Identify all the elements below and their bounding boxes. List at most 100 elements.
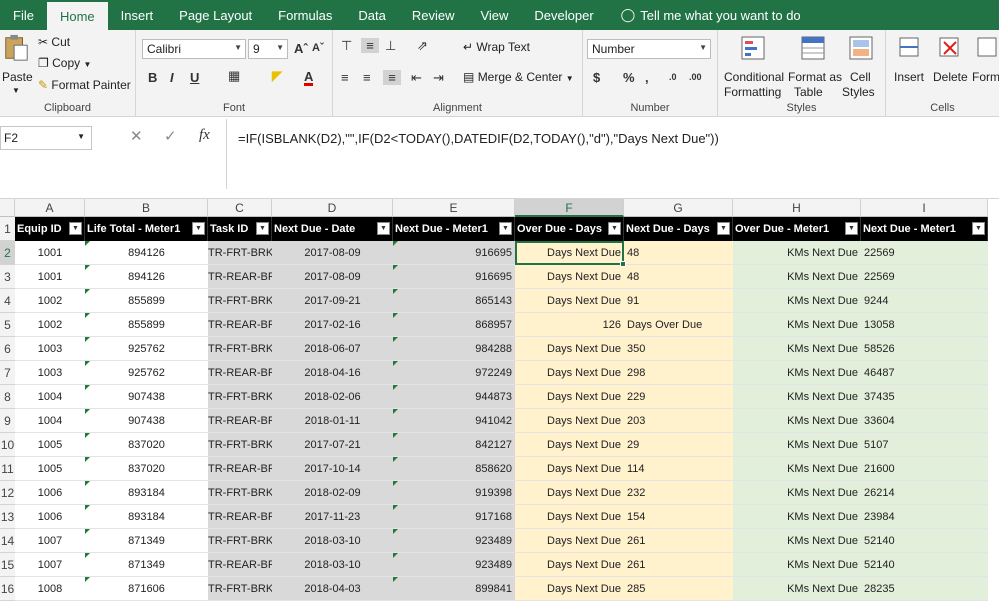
table-cell[interactable]: 28235 [861, 577, 988, 601]
table-cell[interactable]: Days Over Due [624, 313, 733, 337]
table-cell[interactable]: 868957 [393, 313, 515, 337]
table-cell[interactable]: 350 [624, 337, 733, 361]
filter-dropdown-icon[interactable]: ▼ [499, 222, 512, 235]
table-cell[interactable]: Days Next Due [515, 457, 624, 481]
table-cell[interactable]: 5107 [861, 433, 988, 457]
table-cell[interactable]: KMs Next Due [733, 265, 861, 289]
format-as-table-button[interactable]: Format as Table [788, 34, 842, 99]
table-cell[interactable]: 1003 [15, 337, 85, 361]
table-cell[interactable]: 1007 [15, 529, 85, 553]
table-cell[interactable]: TR-FRT-BRK [208, 433, 272, 457]
filter-dropdown-icon[interactable]: ▼ [608, 222, 621, 235]
table-cell[interactable]: Days Next Due [515, 505, 624, 529]
comma-icon[interactable]: , [645, 70, 649, 85]
row-header[interactable]: 7 [0, 361, 15, 385]
table-cell[interactable]: 916695 [393, 241, 515, 265]
header-cell[interactable]: Next Due - Meter1 ▼ [393, 217, 515, 241]
increase-decimal-icon[interactable]: .0 [669, 72, 677, 82]
filter-dropdown-icon[interactable]: ▼ [717, 222, 730, 235]
table-cell[interactable]: TR-REAR-BRK [208, 361, 272, 385]
tab-page-layout[interactable]: Page Layout [166, 0, 265, 30]
column-header-g[interactable]: G [624, 199, 733, 217]
table-cell[interactable]: 2018-02-09 [272, 481, 393, 505]
table-cell[interactable]: 52140 [861, 553, 988, 577]
table-cell[interactable]: 2017-11-23 [272, 505, 393, 529]
table-cell[interactable]: Days Next Due [515, 337, 624, 361]
table-cell[interactable]: TR-FRT-BRK [208, 529, 272, 553]
decrease-indent-icon[interactable]: ⇤ [411, 70, 422, 86]
table-cell[interactable]: Days Next Due [515, 553, 624, 577]
table-cell[interactable]: 229 [624, 385, 733, 409]
table-cell[interactable]: KMs Next Due [733, 337, 861, 361]
table-cell[interactable]: 842127 [393, 433, 515, 457]
table-cell[interactable]: 1004 [15, 409, 85, 433]
currency-icon[interactable]: $ [593, 70, 600, 85]
table-cell[interactable]: 855899 [85, 313, 208, 337]
table-cell[interactable]: 2017-08-09 [272, 265, 393, 289]
table-cell[interactable]: Days Next Due [515, 433, 624, 457]
tab-view[interactable]: View [467, 0, 521, 30]
table-cell[interactable]: 48 [624, 265, 733, 289]
table-cell[interactable]: 837020 [85, 457, 208, 481]
column-header-h[interactable]: H [733, 199, 861, 217]
tab-data[interactable]: Data [345, 0, 398, 30]
table-cell[interactable]: 1002 [15, 313, 85, 337]
row-header[interactable]: 15 [0, 553, 15, 577]
table-cell[interactable]: 1004 [15, 385, 85, 409]
table-cell[interactable]: KMs Next Due [733, 313, 861, 337]
table-cell[interactable]: 58526 [861, 337, 988, 361]
header-cell[interactable]: Life Total - Meter1 ▼ [85, 217, 208, 241]
table-cell[interactable]: 52140 [861, 529, 988, 553]
tab-insert[interactable]: Insert [108, 0, 167, 30]
table-cell[interactable]: 1005 [15, 433, 85, 457]
table-cell[interactable]: TR-FRT-BRK [208, 385, 272, 409]
table-cell[interactable]: 941042 [393, 409, 515, 433]
table-cell[interactable]: 871606 [85, 577, 208, 601]
row-header[interactable]: 8 [0, 385, 15, 409]
table-cell[interactable]: 285 [624, 577, 733, 601]
tab-file[interactable]: File [0, 0, 47, 30]
table-cell[interactable]: 916695 [393, 265, 515, 289]
filter-dropdown-icon[interactable]: ▼ [69, 222, 82, 235]
table-cell[interactable]: 2018-01-11 [272, 409, 393, 433]
header-cell[interactable]: Next Due - Date ▼ [272, 217, 393, 241]
table-cell[interactable]: 48 [624, 241, 733, 265]
format-cells-button[interactable]: Forma [970, 34, 999, 98]
table-cell[interactable]: 944873 [393, 385, 515, 409]
row-header[interactable]: 4 [0, 289, 15, 313]
table-cell[interactable]: 2017-09-21 [272, 289, 393, 313]
column-header-a[interactable]: A [15, 199, 85, 217]
table-cell[interactable]: 2018-06-07 [272, 337, 393, 361]
wrap-text-button[interactable]: ↵ Wrap Text [463, 40, 530, 54]
enter-check-icon[interactable]: ✓ [164, 127, 177, 145]
table-cell[interactable]: 2018-03-10 [272, 529, 393, 553]
table-cell[interactable]: 858620 [393, 457, 515, 481]
table-cell[interactable]: 1001 [15, 265, 85, 289]
table-cell[interactable]: 923489 [393, 529, 515, 553]
font-color-icon[interactable]: A [304, 70, 314, 86]
underline-icon[interactable]: U [190, 70, 199, 85]
decrease-decimal-icon[interactable]: .00 [689, 72, 702, 82]
number-format-combo[interactable]: Number ▼ [587, 39, 711, 59]
table-cell[interactable]: 22569 [861, 265, 988, 289]
row-header[interactable]: 2 [0, 241, 15, 265]
percent-icon[interactable]: % [623, 70, 635, 85]
table-cell[interactable]: 126 [515, 313, 624, 337]
grow-font-icon[interactable]: Aˆ [294, 41, 308, 56]
font-size-combo[interactable]: 9 ▼ [248, 39, 288, 59]
table-cell[interactable]: 1003 [15, 361, 85, 385]
tab-formulas[interactable]: Formulas [265, 0, 345, 30]
table-cell[interactable]: 923489 [393, 553, 515, 577]
name-box[interactable]: F2 ▼ [0, 126, 92, 150]
row-header[interactable]: 9 [0, 409, 15, 433]
table-cell[interactable]: 46487 [861, 361, 988, 385]
bold-icon[interactable]: B [148, 70, 157, 85]
header-cell[interactable]: Next Due - Meter1 ▼ [861, 217, 988, 241]
table-cell[interactable]: 37435 [861, 385, 988, 409]
tab-home[interactable]: Home [46, 2, 108, 30]
row-header[interactable]: 1 [0, 217, 15, 241]
table-cell[interactable]: TR-REAR-BRK [208, 505, 272, 529]
align-middle-icon[interactable]: ≡ [361, 38, 379, 53]
conditional-formatting-button[interactable]: Conditional Formatting [722, 34, 786, 99]
table-cell[interactable]: 972249 [393, 361, 515, 385]
